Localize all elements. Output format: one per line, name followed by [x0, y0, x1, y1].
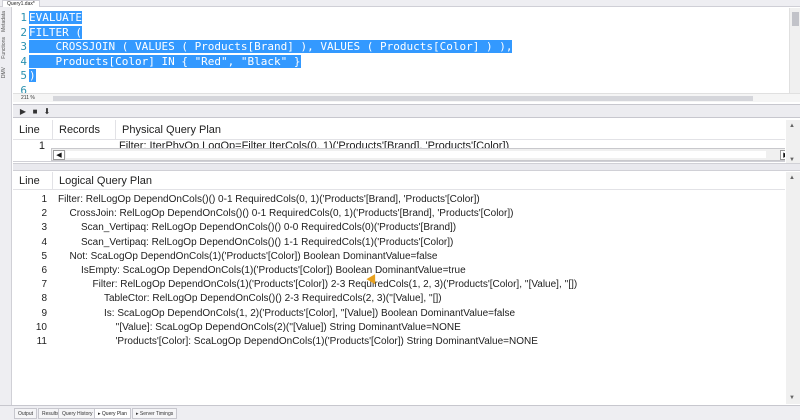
scrollbar-thumb[interactable] — [66, 151, 766, 158]
table-row[interactable]: 10 ''[Value]: ScaLogOp DependOnCols(2)(''… — [13, 321, 785, 335]
scrollbar-thumb[interactable] — [792, 12, 799, 26]
table-row[interactable]: 1 Filter: RelLogOp DependOnCols()() 0-1 R… — [13, 193, 785, 207]
logical-plan-grid: Line Logical Query Plan 1 Filter: RelLogO… — [13, 172, 785, 404]
row-line-number: 1 — [41, 194, 47, 205]
zoom-level[interactable]: 211 % — [21, 94, 35, 103]
row-plan-text: Is: ScaLogOp DependOnCols(1, 2)('Product… — [104, 307, 516, 319]
table-row[interactable]: 5 Not: ScaLogOp DependOnCols(1)('Products… — [13, 250, 785, 264]
col-header-physical-plan[interactable]: Physical Query Plan — [116, 120, 785, 140]
scroll-up-icon[interactable]: ▲ — [789, 123, 795, 129]
logical-plan-vertical-scrollbar[interactable]: ▲ ▼ — [786, 172, 800, 404]
code-line[interactable]: 2 FILTER ( — [13, 25, 82, 40]
row-line-number: 11 — [36, 336, 47, 347]
table-row[interactable]: 4 Scan_Vertipaq: RelLogOp DependOnCols()(… — [13, 236, 785, 250]
row-line-number: 7 — [41, 279, 47, 291]
editor-vertical-scrollbar[interactable] — [789, 8, 800, 96]
code-line[interactable]: 4 Products[Color] IN { "Red", "Black" } — [13, 54, 301, 69]
code-text[interactable]: ) — [29, 69, 36, 82]
scroll-down-icon[interactable]: ▼ — [789, 395, 795, 401]
side-tab-metadata[interactable]: Metadata — [1, 11, 11, 32]
scroll-right-icon[interactable]: ▶ — [780, 150, 785, 160]
bottom-tab-output[interactable]: Output — [14, 408, 38, 419]
row-line-number: 10 — [35, 321, 47, 333]
row-plan-text: CrossJoin: RelLogOp DependOnCols()() 0-1… — [69, 208, 514, 220]
row-plan-text: 'Products'[Color]: ScaLogOp DependOnCols… — [115, 336, 538, 347]
row-plan-text: Filter: RelLogOp DependOnCols()() 0-1 Re… — [58, 194, 480, 205]
row-plan-text: ''[Value]: ScaLogOp DependOnCols(2)(''[V… — [115, 321, 461, 333]
physical-plan-header: Line Records Physical Query Plan — [13, 120, 785, 140]
physical-plan-vertical-scrollbar[interactable]: ▲ ▼ — [786, 120, 800, 166]
line-number: 3 — [20, 40, 27, 53]
physical-plan-grid: Line Records Physical Query Plan 1 Filte… — [13, 120, 785, 162]
code-text[interactable]: CROSSJOIN ( VALUES ( Products[Brand] ), … — [29, 40, 513, 53]
col-header-logical-plan[interactable]: Logical Query Plan — [53, 172, 785, 190]
col-header-line[interactable]: Line — [13, 120, 53, 140]
scroll-left-icon[interactable]: ◀ — [53, 150, 65, 160]
bottom-tab-query-history[interactable]: Query History — [58, 408, 97, 419]
row-plan-text: Filter: RelLogOp DependOnCols(1)('Produc… — [92, 279, 578, 291]
table-row[interactable]: 7 Filter: RelLogOp DependOnCols(1)('Produ… — [13, 278, 785, 292]
table-row[interactable]: 6 IsEmpty: ScaLogOp DependOnCols(1)('Prod… — [13, 264, 785, 278]
row-plan-text: IsEmpty: ScaLogOp DependOnCols(1)('Produ… — [81, 265, 466, 276]
line-number: 1 — [20, 11, 27, 24]
editor-status-bar: 211 % — [13, 93, 800, 102]
bottom-tab-server-timings[interactable]: ▸ Server Timings — [132, 408, 178, 419]
code-editor[interactable]: 1 EVALUATE 2 FILTER (3 CROSSJOIN ( VALUES (… — [13, 8, 788, 97]
row-plan-text: Scan_Vertipaq: RelLogOp DependOnCols()()… — [81, 222, 457, 234]
table-row[interactable]: 11 'Products'[Color]: ScaLogOp DependOnCo… — [13, 335, 785, 349]
logical-plan-header: Line Logical Query Plan — [13, 172, 785, 190]
code-line[interactable]: 5) — [13, 69, 36, 83]
side-tab-functions[interactable]: Functions — [1, 37, 11, 59]
row-line-number: 5 — [41, 250, 47, 262]
document-tab[interactable]: Query1.dax* — [2, 0, 40, 7]
row-line-number: 6 — [41, 265, 47, 276]
stop-icon[interactable]: ■ — [29, 106, 41, 117]
row-line-number: 2 — [41, 208, 47, 220]
row-line-number: 4 — [41, 236, 47, 248]
row-line-number: 9 — [41, 307, 47, 319]
row-plan-text: Not: ScaLogOp DependOnCols(1)('Products'… — [69, 250, 438, 262]
code-line[interactable]: 3 CROSSJOIN ( VALUES ( Products[Brand] )… — [13, 40, 513, 54]
col-header-records[interactable]: Records — [53, 120, 116, 140]
table-row[interactable]: 8 TableCtor: RelLogOp DependOnCols()() 2-… — [13, 292, 785, 306]
pane-splitter[interactable] — [13, 163, 800, 171]
row-line-number: 1 — [38, 141, 45, 151]
side-panel-strip: Metadata Functions DMV — [0, 7, 12, 407]
bottom-panel-tabs: Output Results Query History ▸ Query Plan ▸ … — [0, 405, 800, 420]
code-text[interactable]: EVALUATE — [29, 11, 82, 24]
scroll-up-icon[interactable]: ▲ — [789, 175, 795, 181]
save-icon[interactable]: ⬇ — [41, 106, 53, 117]
bottom-tab-query-plan[interactable]: ▸ Query Plan — [94, 408, 131, 419]
code-line[interactable]: 1 EVALUATE — [13, 11, 82, 25]
col-header-line[interactable]: Line — [13, 172, 53, 190]
code-text[interactable]: Products[Color] IN { "Red", "Black" } — [29, 54, 301, 68]
row-plan-text: TableCtor: RelLogOp DependOnCols()() 2-3… — [104, 293, 442, 305]
row-line-number: 3 — [41, 222, 47, 234]
row-line-number: 8 — [41, 293, 47, 305]
line-number: 5 — [20, 69, 27, 82]
play-icon[interactable]: ▶ — [17, 106, 29, 117]
document-tab-bar: Query1.dax* — [0, 0, 800, 7]
line-number: 4 — [20, 54, 27, 68]
code-text[interactable]: FILTER ( — [29, 25, 82, 39]
table-row[interactable]: 9 Is: ScaLogOp DependOnCols(1, 2)('Produc… — [13, 307, 785, 321]
row-plan-text: Scan_Vertipaq: RelLogOp DependOnCols()()… — [81, 236, 454, 248]
physical-plan-horizontal-scrollbar[interactable]: ◀ ▶ — [51, 148, 785, 161]
line-number: 2 — [20, 25, 27, 39]
query-plan-toolbar: ▶ ■ ⬇ — [13, 104, 800, 118]
editor-horizontal-scrollbar[interactable] — [53, 96, 753, 101]
table-row[interactable]: 3 Scan_Vertipaq: RelLogOp DependOnCols()(… — [13, 221, 785, 235]
table-row[interactable]: 2 CrossJoin: RelLogOp DependOnCols()() 0-… — [13, 207, 785, 221]
side-tab-dmv[interactable]: DMV — [1, 67, 11, 78]
